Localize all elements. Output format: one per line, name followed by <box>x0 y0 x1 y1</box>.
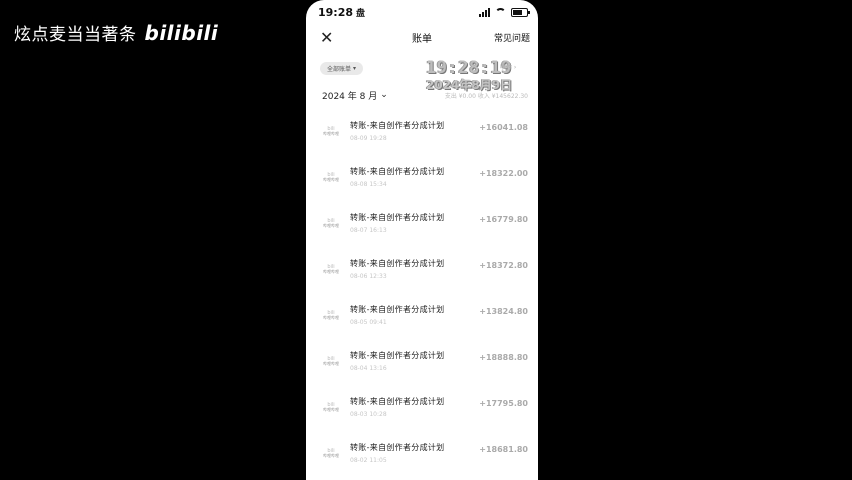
transaction-amount: +18372.80 <box>479 261 528 270</box>
transaction-amount: +18322.00 <box>479 169 528 178</box>
video-watermark: 炫点麦当当著条 bilibili <box>14 20 219 46</box>
status-time: 19:28 <box>318 5 354 19</box>
transaction-date: 08-07 16:13 <box>350 227 387 234</box>
watermark-text: 炫点麦当当著条 <box>14 25 137 45</box>
transaction-date: 08-09 19:28 <box>350 135 387 142</box>
transaction-date: 08-08 15:34 <box>350 181 387 188</box>
transaction-amount: +16041.08 <box>479 123 528 132</box>
faq-link[interactable]: 常见问题 <box>494 31 530 44</box>
transaction-date: 08-02 11:05 <box>350 457 387 464</box>
transaction-amount: +18681.80 <box>479 445 528 454</box>
transaction-date: 08-04 13:16 <box>350 365 387 372</box>
transaction-amount: +16779.80 <box>479 215 528 224</box>
bilibili-avatar-icon: bili 哔哩哔哩 <box>322 214 340 232</box>
avatar-bottom-text: 哔哩哔哩 <box>323 406 339 412</box>
transaction-amount: +17795.80 <box>479 399 528 408</box>
bilibili-avatar-icon: bili 哔哩哔哩 <box>322 398 340 416</box>
transaction-amount: +18888.80 <box>479 353 528 362</box>
avatar-bottom-text: 哔哩哔哩 <box>323 452 339 458</box>
bilibili-avatar-icon: bili 哔哩哔哩 <box>322 444 340 462</box>
bill-filter-dropdown[interactable]: 全部账单 ▾ <box>320 62 364 75</box>
battery-icon <box>511 7 530 17</box>
bilibili-avatar-icon: bili 哔哩哔哩 <box>322 306 340 324</box>
avatar-bottom-text: 哔哩哔哩 <box>323 176 339 182</box>
avatar-bottom-text: 哔哩哔哩 <box>323 130 339 136</box>
overlay-clock: 19:28:19 <box>426 58 512 78</box>
wifi-icon <box>495 8 506 16</box>
transaction-date: 08-03 10:28 <box>350 411 387 418</box>
status-badge-icon: 盘 <box>356 8 366 19</box>
transaction-list: bili 哔哩哔哩 转账-来自创作者分成计划 08-09 19:28 +1604… <box>306 108 538 476</box>
transaction-row[interactable]: bili 哔哩哔哩 转账-来自创作者分成计划 08-04 13:16 +1888… <box>306 338 538 384</box>
close-icon[interactable]: ✕ <box>320 28 333 47</box>
transaction-row[interactable]: bili 哔哩哔哩 转账-来自创作者分成计划 08-08 15:34 +1832… <box>306 154 538 200</box>
avatar-bottom-text: 哔哩哔哩 <box>323 268 339 274</box>
transaction-row[interactable]: bili 哔哩哔哩 转账-来自创作者分成计划 08-03 10:28 +1779… <box>306 384 538 430</box>
bilibili-avatar-icon: bili 哔哩哔哩 <box>322 352 340 370</box>
transaction-row[interactable]: bili 哔哩哔哩 转账-来自创作者分成计划 08-02 11:05 +1868… <box>306 430 538 476</box>
avatar-bottom-text: 哔哩哔哩 <box>323 222 339 228</box>
avatar-bottom-text: 哔哩哔哩 <box>323 314 339 320</box>
month-picker[interactable]: 2024 年 8 月 ⌄ <box>322 89 388 102</box>
signal-icon <box>479 7 490 17</box>
chevron-down-icon: ⌄ <box>380 90 388 100</box>
overlay-date: 2024年8月9日 <box>426 78 513 92</box>
nav-bar: ✕ 账单 常见问题 <box>306 24 538 50</box>
transaction-row[interactable]: bili 哔哩哔哩 转账-来自创作者分成计划 08-05 09:41 +1382… <box>306 292 538 338</box>
transaction-amount: +13824.80 <box>479 307 528 316</box>
transaction-row[interactable]: bili 哔哩哔哩 转账-来自创作者分成计划 08-06 12:33 +1837… <box>306 246 538 292</box>
bill-filter-label: 全部账单 <box>327 66 352 73</box>
transaction-date: 08-05 09:41 <box>350 319 387 326</box>
transaction-date: 08-06 12:33 <box>350 273 387 280</box>
transaction-row[interactable]: bili 哔哩哔哩 转账-来自创作者分成计划 08-07 16:13 +1677… <box>306 200 538 246</box>
avatar-bottom-text: 哔哩哔哩 <box>323 360 339 366</box>
overlay-tag: 收付 › <box>500 64 517 71</box>
transaction-row[interactable]: bili 哔哩哔哩 转账-来自创作者分成计划 08-09 19:28 +1604… <box>306 108 538 154</box>
status-bar: 19:28 盘 <box>306 0 538 24</box>
bilibili-avatar-icon: bili 哔哩哔哩 <box>322 260 340 278</box>
filter-row: 全部账单 ▾ 19:28:19 收付 › 2024年8月9日 <box>306 50 538 92</box>
month-label: 2024 年 8 月 <box>322 91 378 102</box>
bilibili-logo: bilibili <box>144 20 219 45</box>
bilibili-avatar-icon: bili 哔哩哔哩 <box>322 122 340 140</box>
phone-screen: 19:28 盘 ✕ 账单 常见问题 全部账单 ▾ 19:28:19 收付 › 2… <box>306 0 538 480</box>
bilibili-avatar-icon: bili 哔哩哔哩 <box>322 168 340 186</box>
chevron-down-icon: ▾ <box>353 65 357 72</box>
